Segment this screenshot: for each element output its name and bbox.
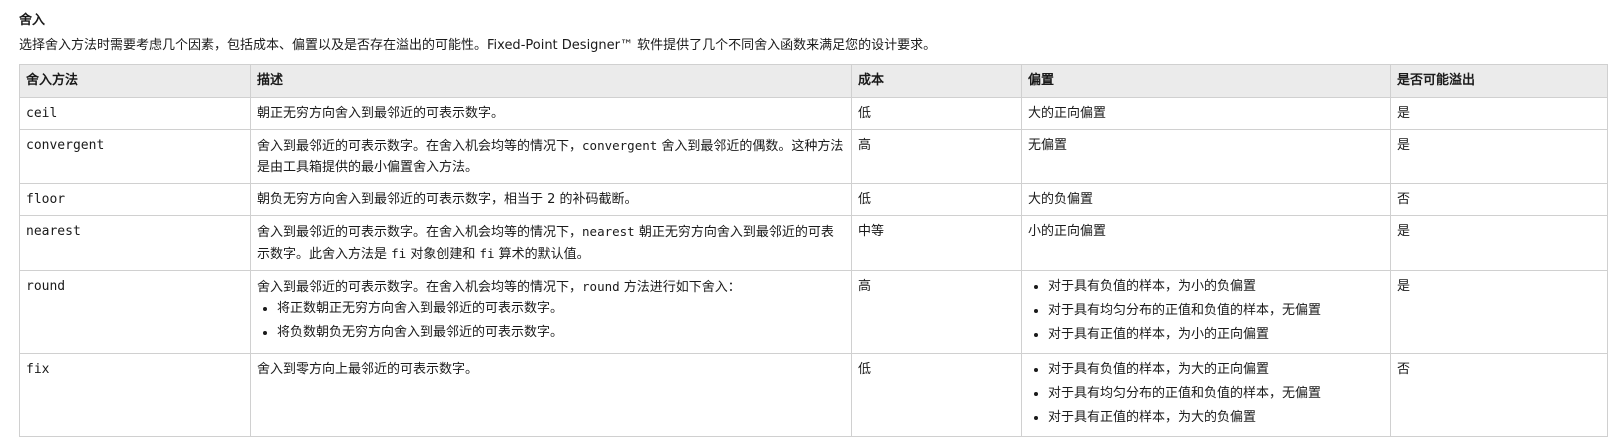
method-cost: 低 bbox=[851, 97, 1022, 130]
method-overflow: 是 bbox=[1390, 129, 1608, 184]
intro-paragraph: 选择舍入方法时需要考虑几个因素，包括成本、偏置以及是否存在溢出的可能性。Fixe… bbox=[19, 38, 937, 53]
method-bias: 无偏置 bbox=[1021, 129, 1391, 184]
method-bias: 小的正向偏置 bbox=[1021, 215, 1391, 271]
page: 舍入 选择舍入方法时需要考虑几个因素，包括成本、偏置以及是否存在溢出的可能性。F… bbox=[0, 0, 1614, 437]
method-bias: 大的正向偏置 bbox=[1021, 97, 1391, 130]
inline-code: fi bbox=[391, 246, 407, 261]
table-row: floor 朝负无穷方向舍入到最邻近的可表示数字，相当于 2 的补码截断。 低 … bbox=[19, 183, 1608, 216]
method-bias: 对于具有负值的样本，为大的正向偏置 对于具有均匀分布的正值和负值的样本，无偏置 … bbox=[1021, 353, 1391, 437]
method-description: 舍入到最邻近的可表示数字。在舍入机会均等的情况下，round 方法进行如下舍入：… bbox=[250, 270, 852, 354]
method-name: nearest bbox=[19, 215, 251, 271]
method-description: 舍入到最邻近的可表示数字。在舍入机会均等的情况下，convergent 舍入到最… bbox=[250, 129, 852, 184]
method-overflow: 否 bbox=[1390, 353, 1608, 437]
method-overflow: 是 bbox=[1390, 270, 1608, 354]
description-text: 舍入到最邻近的可表示数字。在舍入机会均等的情况下， bbox=[257, 225, 583, 240]
table-row: fix 舍入到零方向上最邻近的可表示数字。 低 对于具有负值的样本，为大的正向偏… bbox=[19, 353, 1608, 437]
description-text: 舍入到最邻近的可表示数字。在舍入机会均等的情况下， bbox=[257, 139, 583, 154]
bias-bullet-list: 对于具有负值的样本，为小的负偏置 对于具有均匀分布的正值和负值的样本，无偏置 对… bbox=[1028, 276, 1384, 345]
list-item: 对于具有正值的样本，为大的负偏置 bbox=[1048, 407, 1384, 428]
col-header-overflow: 是否可能溢出 bbox=[1390, 64, 1608, 98]
col-header-method: 舍入方法 bbox=[19, 64, 251, 98]
method-description: 朝正无穷方向舍入到最邻近的可表示数字。 bbox=[250, 97, 852, 130]
list-item: 将负数朝负无穷方向舍入到最邻近的可表示数字。 bbox=[277, 322, 845, 343]
col-header-description: 描述 bbox=[250, 64, 852, 98]
method-name: ceil bbox=[19, 97, 251, 130]
table-row: convergent 舍入到最邻近的可表示数字。在舍入机会均等的情况下，conv… bbox=[19, 129, 1608, 184]
method-name: round bbox=[19, 270, 251, 354]
description-text: 方法进行如下舍入： bbox=[619, 280, 741, 295]
table-row: round 舍入到最邻近的可表示数字。在舍入机会均等的情况下，round 方法进… bbox=[19, 270, 1608, 354]
list-item: 对于具有正值的样本，为小的正向偏置 bbox=[1048, 324, 1384, 345]
col-header-cost: 成本 bbox=[851, 64, 1022, 98]
list-item: 对于具有负值的样本，为小的负偏置 bbox=[1048, 276, 1384, 297]
description-text: 舍入到最邻近的可表示数字。在舍入机会均等的情况下， bbox=[257, 280, 583, 295]
method-description: 朝负无穷方向舍入到最邻近的可表示数字，相当于 2 的补码截断。 bbox=[250, 183, 852, 216]
method-description: 舍入到最邻近的可表示数字。在舍入机会均等的情况下，nearest 朝正无穷方向舍… bbox=[250, 215, 852, 271]
method-name: floor bbox=[19, 183, 251, 216]
inline-code: fi bbox=[479, 246, 495, 261]
table-row: ceil 朝正无穷方向舍入到最邻近的可表示数字。 低 大的正向偏置 是 bbox=[19, 97, 1608, 130]
table-header-row: 舍入方法 描述 成本 偏置 是否可能溢出 bbox=[19, 64, 1608, 98]
inline-code: round bbox=[582, 279, 620, 294]
method-description: 舍入到零方向上最邻近的可表示数字。 bbox=[250, 353, 852, 437]
description-bullet-list: 将正数朝正无穷方向舍入到最邻近的可表示数字。 将负数朝负无穷方向舍入到最邻近的可… bbox=[257, 298, 845, 343]
inline-code: nearest bbox=[582, 224, 635, 239]
list-item: 对于具有负值的样本，为大的正向偏置 bbox=[1048, 359, 1384, 380]
section-title: 舍入 bbox=[19, 13, 46, 28]
method-cost: 中等 bbox=[851, 215, 1022, 271]
method-overflow: 是 bbox=[1390, 215, 1608, 271]
col-header-bias: 偏置 bbox=[1021, 64, 1391, 98]
method-cost: 低 bbox=[851, 353, 1022, 437]
description-text: 算术的默认值。 bbox=[494, 247, 590, 262]
method-name: fix bbox=[19, 353, 251, 437]
method-bias: 大的负偏置 bbox=[1021, 183, 1391, 216]
method-name: convergent bbox=[19, 129, 251, 184]
method-bias: 对于具有负值的样本，为小的负偏置 对于具有均匀分布的正值和负值的样本，无偏置 对… bbox=[1021, 270, 1391, 354]
method-cost: 高 bbox=[851, 270, 1022, 354]
table-row: nearest 舍入到最邻近的可表示数字。在舍入机会均等的情况下，nearest… bbox=[19, 215, 1608, 271]
method-overflow: 否 bbox=[1390, 183, 1608, 216]
description-text: 对象创建和 bbox=[406, 247, 480, 262]
method-cost: 高 bbox=[851, 129, 1022, 184]
inline-code: convergent bbox=[582, 138, 658, 153]
list-item: 对于具有均匀分布的正值和负值的样本，无偏置 bbox=[1048, 383, 1384, 404]
method-cost: 低 bbox=[851, 183, 1022, 216]
description-lead: 舍入到最邻近的可表示数字。在舍入机会均等的情况下，round 方法进行如下舍入： bbox=[257, 276, 845, 298]
method-overflow: 是 bbox=[1390, 97, 1608, 130]
list-item: 对于具有均匀分布的正值和负值的样本，无偏置 bbox=[1048, 300, 1384, 321]
list-item: 将正数朝正无穷方向舍入到最邻近的可表示数字。 bbox=[277, 298, 845, 319]
rounding-methods-table: 舍入方法 描述 成本 偏置 是否可能溢出 ceil 朝正无穷方向舍入到最邻近的可… bbox=[19, 64, 1608, 437]
bias-bullet-list: 对于具有负值的样本，为大的正向偏置 对于具有均匀分布的正值和负值的样本，无偏置 … bbox=[1028, 359, 1384, 428]
